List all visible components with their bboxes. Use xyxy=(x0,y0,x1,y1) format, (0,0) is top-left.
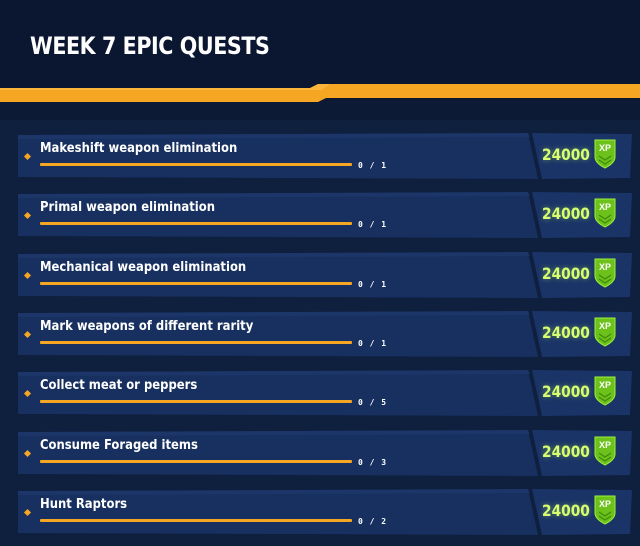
xp-badge-label: XP xyxy=(598,320,611,331)
quest-row[interactable]: Hunt Raptors 0 / 2 24000 XP xyxy=(18,488,632,535)
quest-list: Makeshift weapon elimination 0 / 1 24000… xyxy=(0,120,640,546)
progress-bar xyxy=(40,400,352,404)
progress-bar xyxy=(40,518,352,522)
accent-stripe xyxy=(0,84,640,102)
xp-badge-label: XP xyxy=(598,439,611,450)
quest-name: Mark weapons of different rarity xyxy=(40,317,254,334)
progress-bar xyxy=(40,459,352,463)
progress-count: 0 / 3 xyxy=(358,457,388,467)
xp-reward: 24000 xyxy=(542,500,590,520)
quest-name: Primal weapon elimination xyxy=(40,199,215,216)
progress-count: 0 / 1 xyxy=(358,279,388,289)
xp-badge-icon: XP xyxy=(593,376,617,406)
xp-reward: 24000 xyxy=(542,145,590,164)
quest-name: Mechanical weapon elimination xyxy=(40,258,247,275)
xp-reward: 24000 xyxy=(542,441,590,461)
xp-badge-label: XP xyxy=(598,202,611,213)
xp-badge-icon: XP xyxy=(593,495,617,525)
progress-bar xyxy=(40,222,352,226)
xp-badge-label: XP xyxy=(598,143,611,153)
quest-row[interactable]: Makeshift weapon elimination 0 / 1 24000… xyxy=(18,133,632,179)
progress-bar xyxy=(40,281,352,285)
xp-badge-label: XP xyxy=(598,261,611,272)
page-title: WEEK 7 EPIC QUESTS xyxy=(30,32,270,60)
quest-row[interactable]: Collect meat or peppers 0 / 5 24000 XP xyxy=(18,370,632,417)
progress-count: 0 / 1 xyxy=(358,220,388,230)
xp-badge-icon: XP xyxy=(593,258,617,288)
xp-reward: 24000 xyxy=(542,382,590,402)
xp-badge-icon: XP xyxy=(593,436,617,466)
progress-count: 0 / 1 xyxy=(358,161,388,170)
xp-badge-label: XP xyxy=(598,380,611,391)
quest-name: Hunt Raptors xyxy=(40,495,128,512)
xp-reward: 24000 xyxy=(542,204,590,224)
progress-bar xyxy=(40,163,352,166)
progress-count: 0 / 1 xyxy=(358,338,388,348)
quest-row[interactable]: Primal weapon elimination 0 / 1 24000 XP xyxy=(18,192,632,239)
xp-reward: 24000 xyxy=(542,322,590,342)
quest-row[interactable]: Mechanical weapon elimination 0 / 1 2400… xyxy=(18,251,632,298)
progress-count: 0 / 5 xyxy=(358,398,388,408)
xp-badge-icon: XP xyxy=(593,317,617,347)
quest-row[interactable]: Mark weapons of different rarity 0 / 1 2… xyxy=(18,310,632,357)
xp-badge-icon: XP xyxy=(593,139,617,169)
quest-name: Makeshift weapon elimination xyxy=(40,140,238,156)
progress-count: 0 / 2 xyxy=(358,516,388,526)
quest-name: Consume Foraged items xyxy=(40,436,198,453)
progress-bar xyxy=(40,340,352,344)
quest-row[interactable]: Consume Foraged items 0 / 3 24000 XP xyxy=(18,429,632,476)
xp-badge-label: XP xyxy=(598,498,611,509)
quest-name: Collect meat or peppers xyxy=(40,377,198,394)
xp-reward: 24000 xyxy=(542,263,590,283)
xp-badge-icon: XP xyxy=(593,198,617,228)
